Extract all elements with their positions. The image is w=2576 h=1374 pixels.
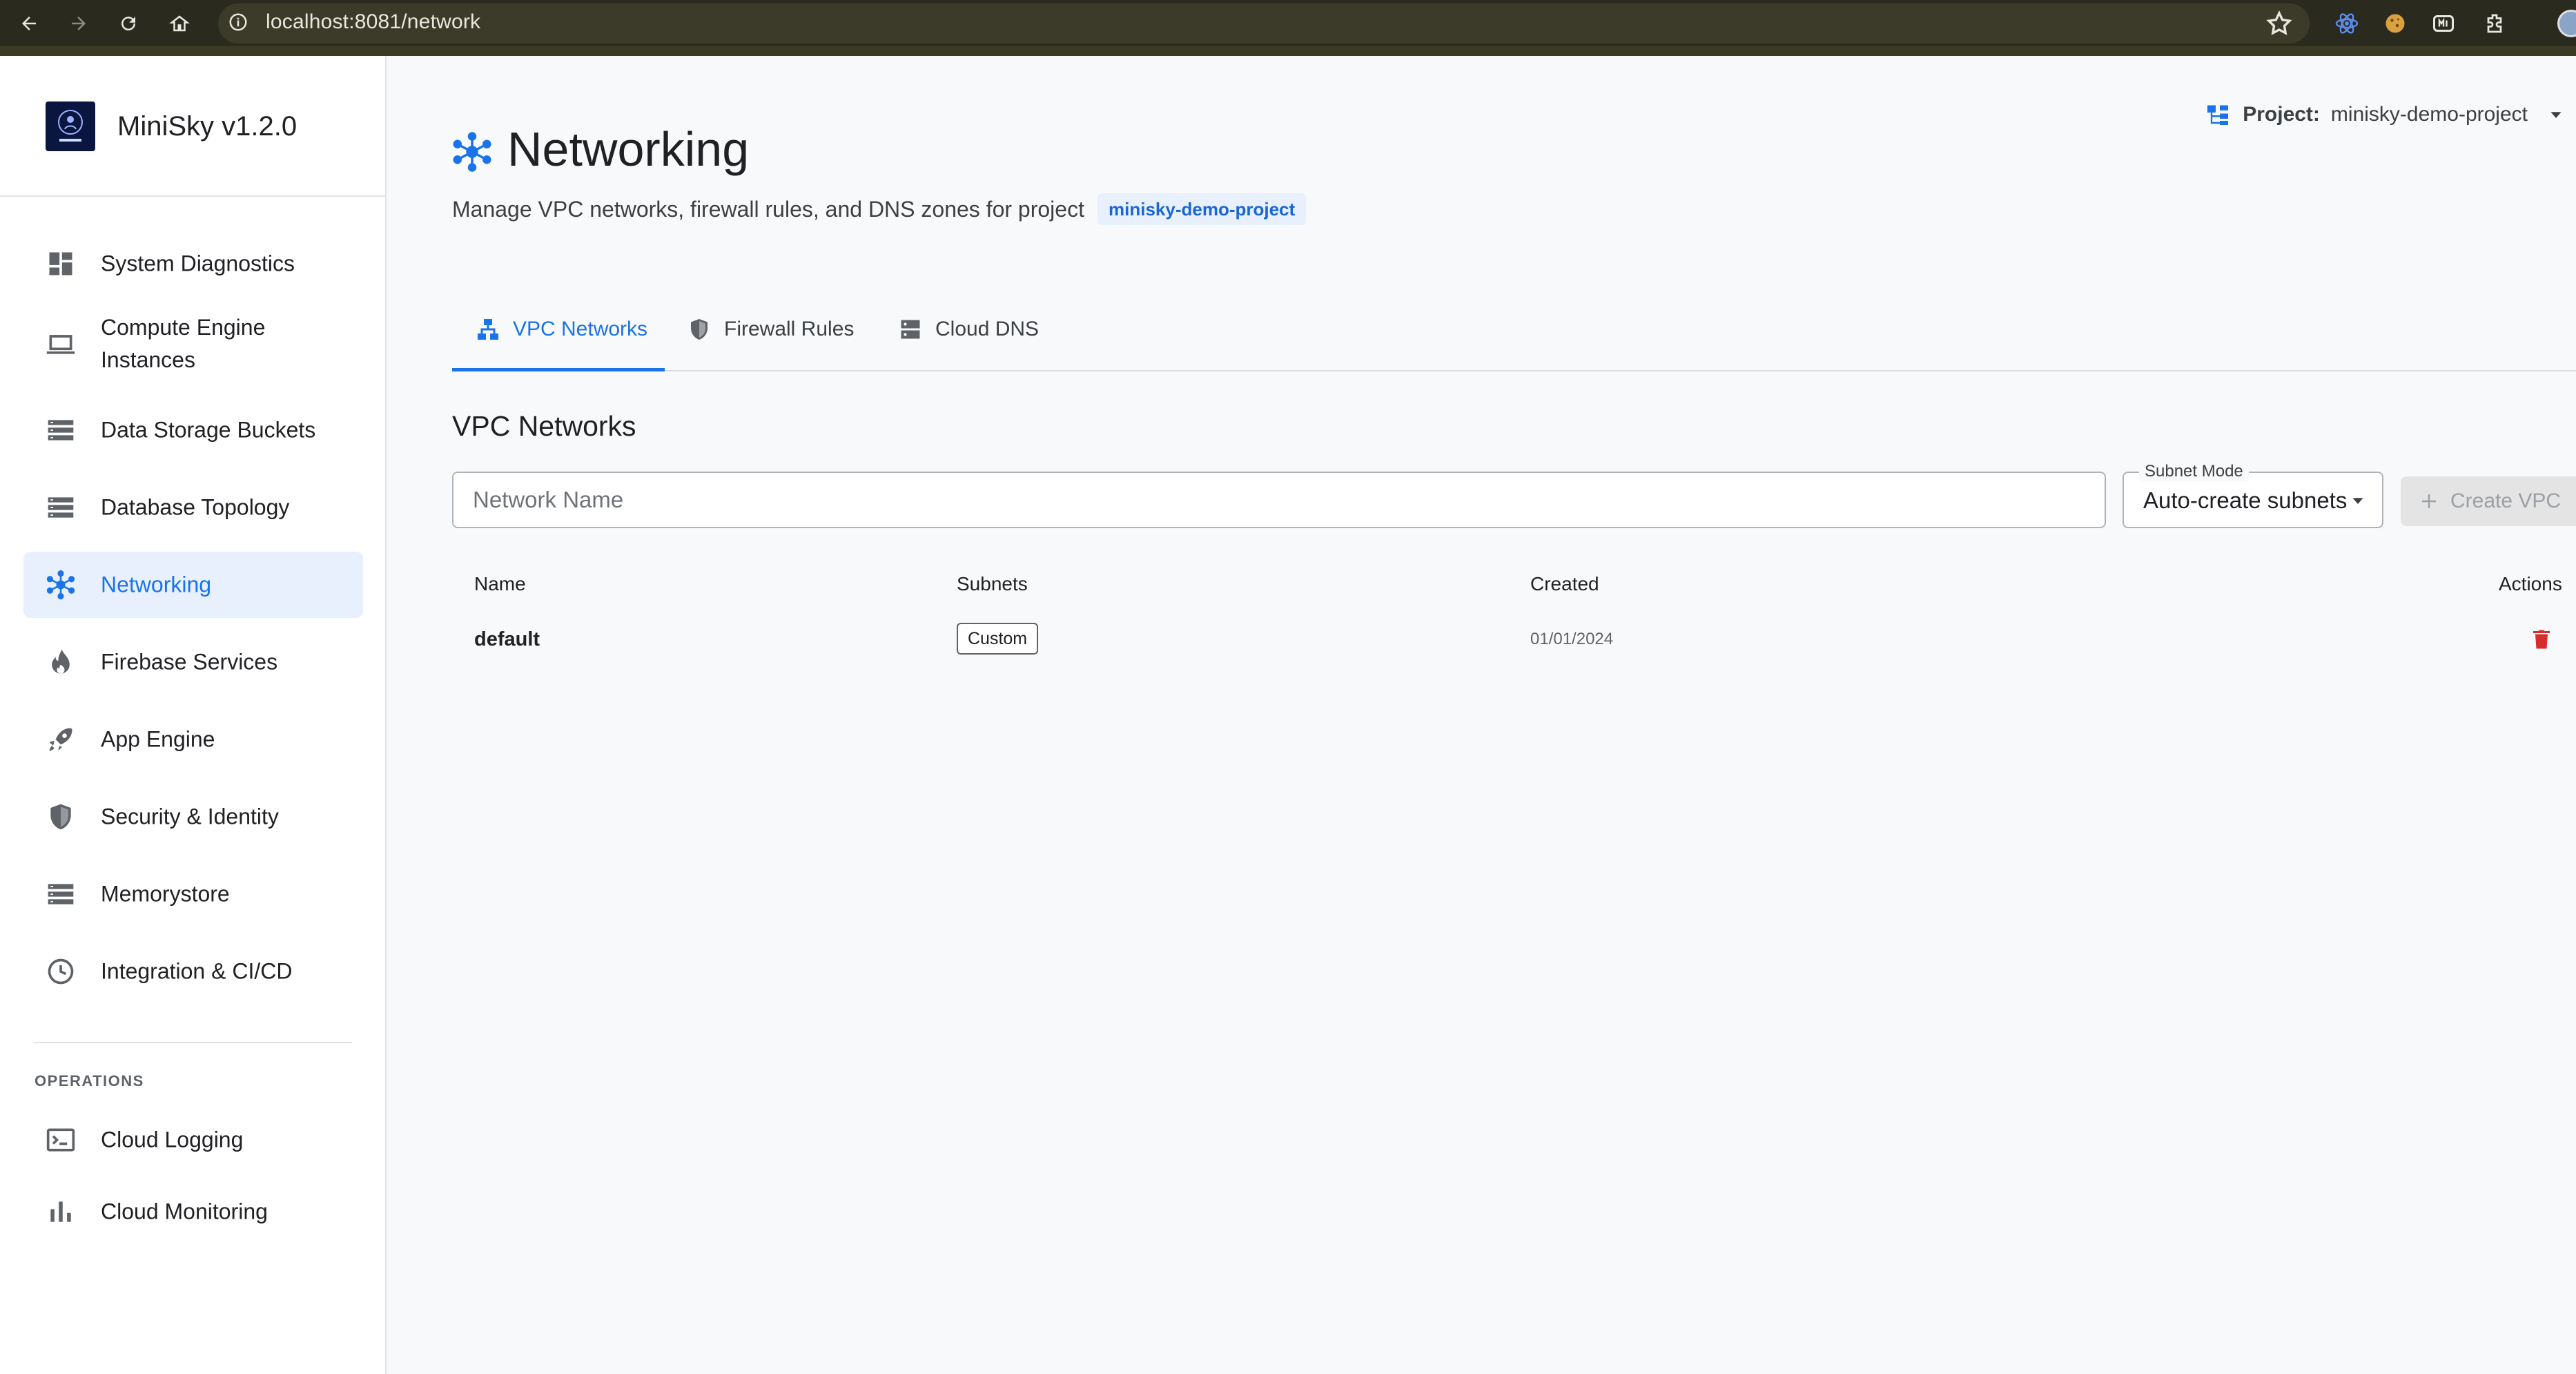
sidebar-item-database-topology[interactable]: Database Topology [23, 474, 363, 541]
sidebar-item-label: System Diagnostics [101, 251, 295, 276]
laptop-icon [46, 335, 75, 354]
puzzle-extensions-icon[interactable] [2482, 11, 2507, 36]
sidebar-item-label: Integration & CI/CD [101, 958, 293, 984]
section-label-operations: OPERATIONS [35, 1072, 144, 1090]
section-title: VPC Networks [452, 410, 636, 442]
sidebar-item-integration-cicd[interactable]: Integration & CI/CD [23, 938, 363, 1005]
sidebar-item-label: Compute Engine Instances [101, 315, 266, 372]
sidebar-item-label: Firebase Services [101, 649, 278, 675]
forward-icon[interactable] [65, 10, 92, 37]
plus-icon [2422, 494, 2436, 508]
subnet-mode-select[interactable]: Subnet Mode Auto-create subnets [2123, 462, 2383, 528]
sidebar-item-app-engine[interactable]: App Engine [23, 706, 363, 773]
project-value: minisky-demo-project [2330, 103, 2528, 126]
chevron-down-icon [2352, 498, 2363, 504]
network-name-cell: default [474, 628, 540, 650]
project-label: Project: [2243, 103, 2320, 126]
site-info-icon[interactable] [228, 12, 248, 32]
sidebar-item-networking[interactable]: Networking [23, 552, 363, 618]
page-description: Manage VPC networks, firewall rules, and… [452, 197, 1084, 222]
tab-label: VPC Networks [513, 318, 648, 340]
create-vpc-button[interactable]: Create VPC [2401, 476, 2576, 526]
page-title: Networking [507, 122, 750, 176]
column-header-subnets: Subnets [957, 573, 1028, 594]
shield-icon [691, 319, 708, 340]
delete-icon[interactable] [2529, 626, 2554, 653]
dashboard-icon [49, 252, 72, 275]
project-chip: minisky-demo-project [1097, 193, 1307, 225]
tab-firewall-rules[interactable]: Firewall Rules [687, 287, 854, 371]
sidebar-item-label: Cloud Monitoring [101, 1199, 268, 1224]
tab-label: Cloud DNS [935, 318, 1040, 340]
rocket-icon [49, 728, 72, 751]
sidebar-divider [35, 1042, 352, 1043]
address-bar[interactable] [218, 3, 2310, 43]
sidebar-item-memorystore[interactable]: Memorystore [23, 861, 363, 927]
created-date-cell: 01/01/2024 [1530, 630, 1614, 648]
subnet-mode-value: Auto-create subnets [2143, 487, 2348, 513]
brand-header: MiniSky v1.2.0 [0, 56, 385, 197]
sidebar-item-label: Memorystore [101, 881, 230, 907]
dns-server-icon [901, 320, 920, 339]
column-header-created: Created [1530, 573, 1599, 594]
bookmark-star-icon[interactable] [2265, 10, 2293, 37]
chevron-down-icon [2550, 112, 2562, 118]
url-text[interactable]: localhost:8081/network [266, 10, 480, 34]
active-tab-indicator [452, 368, 665, 371]
sidebar-item-compute-engine[interactable]: Compute Engine Instances [23, 298, 363, 390]
cookie-extension-icon[interactable] [2383, 11, 2408, 36]
brand-title: MiniSky v1.2.0 [117, 111, 297, 142]
sidebar-item-label: App Engine [101, 726, 215, 752]
storage-icon [48, 420, 74, 441]
sidebar-item-label: Cloud Logging [101, 1127, 244, 1152]
database-icon [48, 497, 74, 518]
shield-icon [50, 804, 71, 830]
sidebar-item-cloud-logging[interactable]: Cloud Logging [23, 1107, 363, 1173]
project-selector[interactable]: Project: minisky-demo-project [2205, 98, 2566, 131]
network-hub-icon [46, 570, 75, 600]
extension-m-icon[interactable] [2431, 11, 2456, 36]
tab-cloud-dns[interactable]: Cloud DNS [898, 287, 1039, 371]
subnet-mode-badge: Custom [957, 623, 1039, 655]
sidebar-item-security-identity[interactable]: Security & Identity [23, 784, 363, 850]
tab-vpc-networks[interactable]: VPC Networks [476, 287, 647, 371]
tab-bar: VPC Networks Firewall Rules Cloud DNS [452, 287, 2576, 371]
sidebar-item-cloud-monitoring[interactable]: Cloud Monitoring [23, 1179, 363, 1245]
sidebar-item-label: Database Topology [101, 494, 290, 520]
network-hub-icon [453, 132, 491, 172]
profile-avatar[interactable] [2557, 10, 2576, 37]
column-header-actions: Actions [2499, 573, 2562, 594]
browser-accent-strip [0, 46, 2576, 56]
network-name-input[interactable] [452, 472, 2106, 528]
tab-label: Firewall Rules [724, 318, 855, 340]
home-icon[interactable] [166, 10, 193, 37]
sidebar-item-label: Security & Identity [101, 804, 279, 829]
sidebar-item-system-diagnostics[interactable]: System Diagnostics [23, 231, 363, 297]
bar-chart-icon [50, 1201, 71, 1222]
reload-icon[interactable] [115, 10, 142, 37]
sidebar-item-data-storage[interactable]: Data Storage Buckets [23, 397, 363, 463]
minisky-logo [46, 101, 95, 151]
column-header-name: Name [474, 573, 526, 594]
network-tree-icon [478, 319, 498, 340]
sidebar-item-label: Data Storage Buckets [101, 417, 316, 443]
terminal-icon [46, 1128, 75, 1152]
sidebar: MiniSky v1.2.0 System Diagnostics Comput… [0, 56, 387, 1374]
back-icon[interactable] [15, 10, 43, 37]
project-tree-icon [2207, 105, 2229, 125]
sidebar-item-firebase[interactable]: Firebase Services [23, 629, 363, 695]
memory-icon [48, 884, 74, 904]
subnet-mode-label: Subnet Mode [2139, 462, 2249, 481]
sidebar-item-label: Networking [101, 572, 212, 597]
create-vpc-label: Create VPC [2450, 490, 2562, 512]
clock-icon [48, 958, 74, 985]
react-extension-icon[interactable] [2334, 11, 2359, 36]
fire-icon [52, 649, 70, 674]
browser-toolbar: localhost:8081/network [0, 0, 2576, 46]
